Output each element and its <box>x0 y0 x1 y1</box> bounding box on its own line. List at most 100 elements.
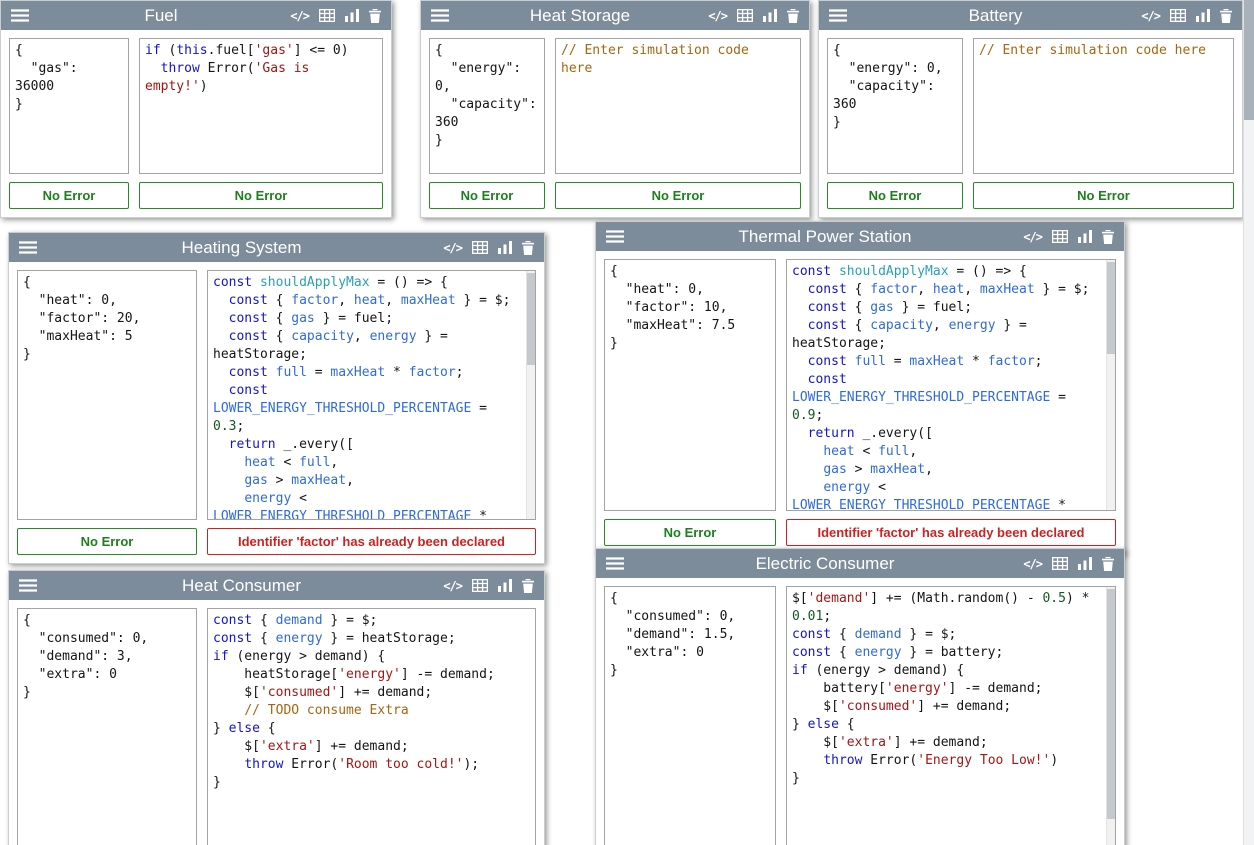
panel-title: Fuel <box>41 6 281 26</box>
panel-header[interactable]: Battery </> <box>819 1 1242 30</box>
state-json-editor[interactable]: { "gas": 36000 } <box>9 38 129 174</box>
component-panel-battery: Battery </> <box>818 0 1243 218</box>
page-scrollbar-thumb[interactable] <box>1244 0 1254 120</box>
state-json-text: { "energy": 0, "capacity": 360 } <box>435 42 539 150</box>
panel-header[interactable]: Fuel </> <box>1 1 391 30</box>
status-row: No Error No Error <box>421 182 809 217</box>
chart-icon[interactable] <box>1078 557 1092 570</box>
panel-body: { "energy": 0, "capacity": 360 } // Ente… <box>421 30 809 182</box>
panel-title: Electric Consumer <box>636 554 1014 574</box>
code-icon[interactable]: </> <box>443 579 462 593</box>
table-icon[interactable] <box>1052 557 1068 570</box>
code-editor-scrollbar-thumb[interactable] <box>1107 262 1115 354</box>
state-json-editor[interactable]: { "consumed": 0, "demand": 1.5, "extra":… <box>604 586 776 845</box>
state-json-text: { "consumed": 0, "demand": 3, "extra": 0… <box>23 612 191 702</box>
state-json-editor[interactable]: { "consumed": 0, "demand": 3, "extra": 0… <box>17 608 197 845</box>
code-icon[interactable]: </> <box>443 241 462 255</box>
panel-header[interactable]: Heat Storage </> <box>421 1 809 30</box>
code-editor[interactable]: const { demand } = $; const { energy } =… <box>207 608 536 845</box>
table-icon[interactable] <box>472 579 488 592</box>
code-editor-scrollbar-thumb[interactable] <box>1107 589 1115 819</box>
state-json-editor[interactable]: { "energy": 0, "capacity": 360 } <box>429 38 545 174</box>
chart-icon[interactable] <box>345 9 359 22</box>
chart-icon[interactable] <box>498 241 512 254</box>
panel-header[interactable]: Heating System </> <box>9 233 544 262</box>
state-status-badge: No Error <box>429 182 545 209</box>
chart-icon[interactable] <box>763 9 777 22</box>
menu-icon[interactable] <box>431 9 449 22</box>
state-json-text: { "energy": 0, "capacity": 360 } <box>833 42 957 132</box>
code-status-badge: No Error <box>139 182 383 209</box>
trash-icon[interactable] <box>1220 9 1232 23</box>
code-status-badge: No Error <box>973 182 1234 209</box>
panel-body: { "consumed": 0, "demand": 1.5, "extra":… <box>596 578 1124 845</box>
code-status-badge: Identifier 'factor' has already been dec… <box>207 528 536 555</box>
state-status-badge: No Error <box>9 182 129 209</box>
simulation-dashboard: Fuel </> <box>0 0 1254 845</box>
component-panel-heat-consumer: Heat Consumer </> <box>8 570 545 845</box>
panel-header[interactable]: Electric Consumer </> <box>596 549 1124 578</box>
code-editor-scrollbar[interactable] <box>1106 260 1115 510</box>
trash-icon[interactable] <box>1102 230 1114 244</box>
menu-icon[interactable] <box>11 9 29 22</box>
code-text: const shouldApplyMax = () => { const { f… <box>213 274 530 520</box>
chart-icon[interactable] <box>1078 230 1092 243</box>
trash-icon[interactable] <box>522 241 534 255</box>
code-editor[interactable]: // Enter simulation code here <box>973 38 1234 174</box>
code-icon[interactable]: </> <box>708 9 727 23</box>
state-json-editor[interactable]: { "energy": 0, "capacity": 360 } <box>827 38 963 174</box>
code-editor-scrollbar[interactable] <box>1106 587 1115 845</box>
state-json-editor[interactable]: { "heat": 0, "factor": 20, "maxHeat": 5 … <box>17 270 197 520</box>
panel-header-actions: </> <box>443 241 534 255</box>
code-icon[interactable]: </> <box>1141 9 1160 23</box>
code-icon[interactable]: </> <box>1023 230 1042 244</box>
code-editor[interactable]: const shouldApplyMax = () => { const { f… <box>786 259 1116 511</box>
code-icon[interactable]: </> <box>290 9 309 23</box>
state-json-text: { "gas": 36000 } <box>15 42 123 114</box>
menu-icon[interactable] <box>606 230 624 243</box>
component-panel-fuel: Fuel </> <box>0 0 392 218</box>
chart-icon[interactable] <box>1196 9 1210 22</box>
menu-icon[interactable] <box>19 241 37 254</box>
state-json-text: { "heat": 0, "factor": 20, "maxHeat": 5 … <box>23 274 191 364</box>
menu-icon[interactable] <box>19 579 37 592</box>
component-panel-heating-system: Heating System </> <box>8 232 545 564</box>
code-editor[interactable]: const shouldApplyMax = () => { const { f… <box>207 270 536 520</box>
code-text: const shouldApplyMax = () => { const { f… <box>792 263 1110 511</box>
page-scrollbar[interactable] <box>1243 0 1254 845</box>
code-text: const { demand } = $; const { energy } =… <box>213 612 530 792</box>
state-json-text: { "heat": 0, "factor": 10, "maxHeat": 7.… <box>610 263 770 353</box>
table-icon[interactable] <box>737 9 753 22</box>
table-icon[interactable] <box>1170 9 1186 22</box>
component-panel-electric-consumer: Electric Consumer </> <box>595 548 1125 845</box>
trash-icon[interactable] <box>1102 557 1114 571</box>
code-text: if (this.fuel['gas'] <= 0) throw Error('… <box>145 42 377 96</box>
panel-header-actions: </> <box>1141 9 1232 23</box>
component-panel-heat-storage: Heat Storage </> <box>420 0 810 218</box>
panel-header[interactable]: Heat Consumer </> <box>9 571 544 600</box>
panel-header-actions: </> <box>708 9 799 23</box>
menu-icon[interactable] <box>829 9 847 22</box>
panel-title: Heating System <box>49 238 434 258</box>
panel-header-actions: </> <box>1023 230 1114 244</box>
code-editor[interactable]: if (this.fuel['gas'] <= 0) throw Error('… <box>139 38 383 174</box>
panel-header[interactable]: Thermal Power Station </> <box>596 222 1124 251</box>
chart-icon[interactable] <box>498 579 512 592</box>
menu-icon[interactable] <box>606 557 624 570</box>
trash-icon[interactable] <box>522 579 534 593</box>
trash-icon[interactable] <box>787 9 799 23</box>
code-icon[interactable]: </> <box>1023 557 1042 571</box>
code-editor-scrollbar[interactable] <box>526 271 535 519</box>
code-editor[interactable]: // Enter simulation code here <box>555 38 801 174</box>
state-json-editor[interactable]: { "heat": 0, "factor": 10, "maxHeat": 7.… <box>604 259 776 511</box>
table-icon[interactable] <box>1052 230 1068 243</box>
code-editor-scrollbar-thumb[interactable] <box>527 273 535 365</box>
panel-header-actions: </> <box>443 579 534 593</box>
trash-icon[interactable] <box>369 9 381 23</box>
code-editor[interactable]: $['demand'] += (Math.random() - 0.5) * 0… <box>786 586 1116 845</box>
table-icon[interactable] <box>319 9 335 22</box>
code-text: // Enter simulation code here <box>979 42 1228 60</box>
state-status-badge: No Error <box>827 182 963 209</box>
state-status-badge: No Error <box>604 519 776 546</box>
table-icon[interactable] <box>472 241 488 254</box>
